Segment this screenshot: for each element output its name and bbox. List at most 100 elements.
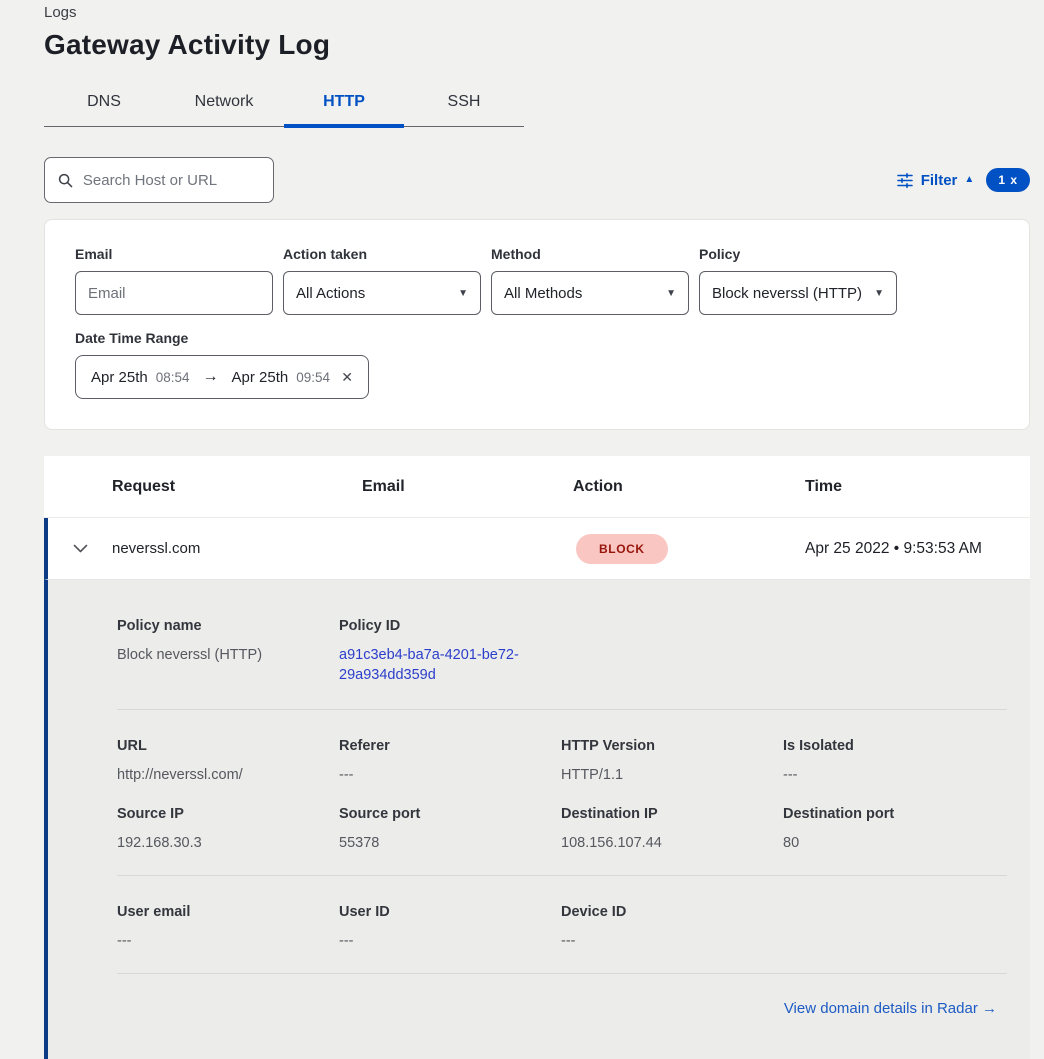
- breadcrumb: Logs: [44, 4, 1030, 21]
- detail-field-http-version: HTTP Version HTTP/1.1: [561, 737, 783, 785]
- details-section-policy: Policy name Block neverssl (HTTP) Policy…: [117, 617, 1007, 685]
- details-divider: [117, 709, 1007, 710]
- row-action: BLOCK: [573, 534, 805, 564]
- user-id-value: ---: [339, 931, 561, 951]
- method-label: Method: [491, 246, 689, 262]
- detail-field-user-email: User email ---: [117, 903, 339, 951]
- method-select-value: All Methods: [504, 285, 582, 302]
- action-select-value: All Actions: [296, 285, 365, 302]
- filter-field-method: Method All Methods ▼: [491, 246, 689, 315]
- status-badge-block: BLOCK: [576, 534, 668, 564]
- row-details-panel: Policy name Block neverssl (HTTP) Policy…: [44, 580, 1030, 1059]
- policy-id-link[interactable]: a91c3eb4-ba7a-4201-be72-29a934dd359d: [339, 645, 535, 685]
- search-input[interactable]: [83, 172, 260, 189]
- search-box[interactable]: [44, 157, 274, 203]
- detail-field-url: URL http://neverssl.com/: [117, 737, 339, 785]
- col-header-email: Email: [362, 478, 573, 496]
- detail-field-destination-port: Destination port 80: [783, 805, 1007, 853]
- destination-ip-label: Destination IP: [561, 805, 783, 823]
- detail-field-is-isolated: Is Isolated ---: [783, 737, 1007, 785]
- policy-label: Policy: [699, 246, 897, 262]
- start-date: Apr 25th: [91, 369, 148, 386]
- end-time: 09:54: [296, 370, 330, 385]
- date-range-label: Date Time Range: [75, 330, 999, 346]
- http-version-value: HTTP/1.1: [561, 765, 783, 785]
- col-header-time: Time: [805, 478, 1030, 496]
- end-date: Apr 25th: [232, 369, 289, 386]
- filter-sliders-icon: [897, 173, 913, 188]
- details-section-user: User email --- User ID --- Device ID ---: [117, 903, 1007, 951]
- row-request: neverssl.com: [112, 540, 362, 557]
- filter-field-action: Action taken All Actions ▼: [283, 246, 481, 315]
- policy-select-value: Block neverssl (HTTP): [712, 285, 862, 302]
- chevron-down-icon: [73, 544, 88, 553]
- detail-field-device-id: Device ID ---: [561, 903, 783, 951]
- referer-label: Referer: [339, 737, 561, 755]
- source-port-label: Source port: [339, 805, 561, 823]
- page-title: Gateway Activity Log: [44, 29, 1030, 61]
- method-select[interactable]: All Methods ▼: [491, 271, 689, 315]
- table-row[interactable]: neverssl.com BLOCK Apr 25 2022 • 9:53:53…: [44, 518, 1030, 580]
- radar-link-row: View domain details in Radar →: [117, 1000, 1007, 1018]
- row-expand-toggle[interactable]: [48, 544, 112, 553]
- details-section-request-row1: URL http://neverssl.com/ Referer --- HTT…: [117, 737, 1007, 785]
- col-header-action: Action: [573, 478, 805, 496]
- destination-port-value: 80: [783, 833, 1007, 853]
- filter-toggle[interactable]: Filter ▲ 1 x: [897, 168, 1030, 192]
- filter-field-email: Email: [75, 246, 273, 315]
- destination-ip-value: 108.156.107.44: [561, 833, 783, 853]
- col-header-request: Request: [112, 478, 362, 496]
- policy-id-label: Policy ID: [339, 617, 561, 635]
- details-section-request-row2: Source IP 192.168.30.3 Source port 55378…: [117, 805, 1007, 853]
- filter-field-policy: Policy Block neverssl (HTTP) ▼: [699, 246, 897, 315]
- details-divider: [117, 875, 1007, 876]
- policy-name-value: Block neverssl (HTTP): [117, 645, 339, 665]
- detail-field-user-id: User ID ---: [339, 903, 561, 951]
- chevron-down-icon: ▼: [458, 288, 468, 299]
- filter-count-badge[interactable]: 1 x: [986, 168, 1030, 192]
- toolbar: Filter ▲ 1 x: [44, 157, 1030, 203]
- url-value: http://neverssl.com/: [117, 765, 339, 785]
- details-divider: [117, 973, 1007, 974]
- detail-field-policy-name: Policy name Block neverssl (HTTP): [117, 617, 339, 685]
- device-id-label: Device ID: [561, 903, 783, 921]
- tab-http[interactable]: HTTP: [284, 81, 404, 126]
- search-icon: [58, 172, 73, 189]
- clear-date-range-icon[interactable]: ✕: [341, 369, 353, 386]
- table-header-row: Request Email Action Time: [44, 456, 1030, 518]
- start-time: 08:54: [156, 370, 190, 385]
- destination-port-label: Destination port: [783, 805, 1007, 823]
- http-version-label: HTTP Version: [561, 737, 783, 755]
- filter-label: Filter: [921, 172, 958, 189]
- chevron-up-icon: ▲: [964, 175, 974, 185]
- source-port-value: 55378: [339, 833, 561, 853]
- tab-dns[interactable]: DNS: [44, 81, 164, 126]
- detail-field-source-ip: Source IP 192.168.30.3: [117, 805, 339, 853]
- action-select[interactable]: All Actions ▼: [283, 271, 481, 315]
- detail-field-policy-id: Policy ID a91c3eb4-ba7a-4201-be72-29a934…: [339, 617, 561, 685]
- policy-name-label: Policy name: [117, 617, 339, 635]
- radar-link[interactable]: View domain details in Radar →: [784, 1000, 997, 1017]
- policy-select[interactable]: Block neverssl (HTTP) ▼: [699, 271, 897, 315]
- tab-ssh[interactable]: SSH: [404, 81, 524, 126]
- action-taken-label: Action taken: [283, 246, 481, 262]
- is-isolated-value: ---: [783, 765, 1007, 785]
- tab-network[interactable]: Network: [164, 81, 284, 126]
- filter-field-date-range: Date Time Range Apr 25th 08:54 → Apr 25t…: [75, 330, 999, 399]
- device-id-value: ---: [561, 931, 783, 951]
- range-arrow-icon: →: [203, 368, 219, 386]
- chevron-down-icon: ▼: [666, 288, 676, 299]
- activity-table: Request Email Action Time neverssl.com B…: [44, 456, 1030, 1059]
- user-email-value: ---: [117, 931, 339, 951]
- email-input[interactable]: [75, 271, 273, 315]
- url-label: URL: [117, 737, 339, 755]
- chevron-down-icon: ▼: [874, 288, 884, 299]
- detail-field-source-port: Source port 55378: [339, 805, 561, 853]
- is-isolated-label: Is Isolated: [783, 737, 1007, 755]
- filter-panel: Email Action taken All Actions ▼ Method …: [44, 219, 1030, 430]
- user-id-label: User ID: [339, 903, 561, 921]
- detail-field-referer: Referer ---: [339, 737, 561, 785]
- date-range-picker[interactable]: Apr 25th 08:54 → Apr 25th 09:54 ✕: [75, 355, 369, 399]
- tab-bar: DNS Network HTTP SSH: [44, 81, 524, 127]
- source-ip-value: 192.168.30.3: [117, 833, 339, 853]
